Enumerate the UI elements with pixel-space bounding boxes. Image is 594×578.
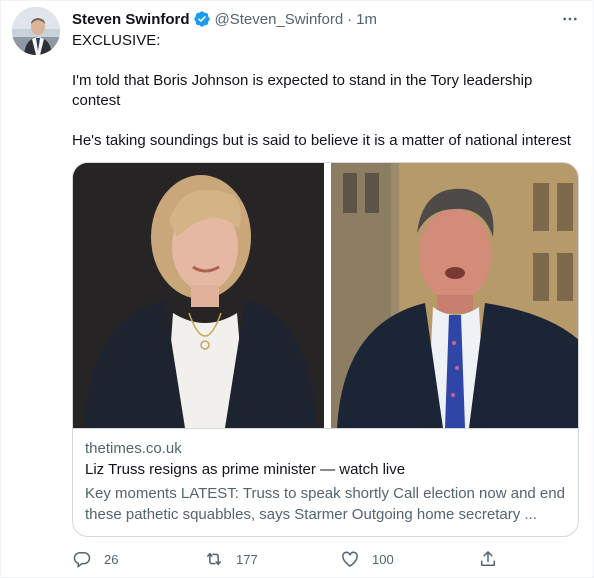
link-card[interactable]: thetimes.co.uk Liz Truss resigns as prim… [72, 162, 579, 537]
card-domain: thetimes.co.uk [85, 440, 182, 457]
more-icon[interactable] [557, 9, 583, 29]
tweet-line: He's taking soundings but is said to bel… [72, 132, 571, 149]
retweet-count: 177 [236, 551, 258, 567]
timestamp[interactable]: 1m [356, 11, 377, 28]
card-image[interactable] [73, 163, 578, 428]
share-icon [478, 549, 498, 569]
card-title: Liz Truss resigns as prime minister — wa… [85, 461, 406, 478]
tweet[interactable]: Steven Swinford @Steven_Swinford · 1m EX… [0, 0, 594, 578]
share-button[interactable] [478, 545, 498, 573]
tweet-actions: 26 177 100 [72, 545, 512, 573]
reply-icon [72, 549, 92, 569]
card-body[interactable]: thetimes.co.uk Liz Truss resigns as prim… [73, 428, 578, 523]
like-count: 100 [372, 551, 394, 567]
retweet-button[interactable]: 177 [204, 545, 258, 573]
card-description: Key moments LATEST: Truss to speak short… [85, 485, 565, 523]
like-button[interactable]: 100 [340, 545, 394, 573]
tweet-header: Steven Swinford @Steven_Swinford · 1m [72, 9, 377, 29]
separator-dot: · [347, 10, 353, 28]
reply-button[interactable]: 26 [72, 545, 118, 573]
like-icon [340, 549, 360, 569]
verified-badge-icon [193, 10, 211, 28]
retweet-icon [204, 549, 224, 569]
reply-count: 26 [104, 551, 119, 567]
tweet-line: I'm told that Boris Johnson is expected … [72, 72, 533, 109]
author-name[interactable]: Steven Swinford [72, 11, 190, 28]
tweet-line: EXCLUSIVE: [72, 32, 161, 49]
tweet-text: EXCLUSIVE: I'm told that Boris Johnson i… [72, 31, 582, 151]
avatar[interactable] [12, 7, 60, 55]
author-handle[interactable]: @Steven_Swinford [215, 11, 344, 28]
